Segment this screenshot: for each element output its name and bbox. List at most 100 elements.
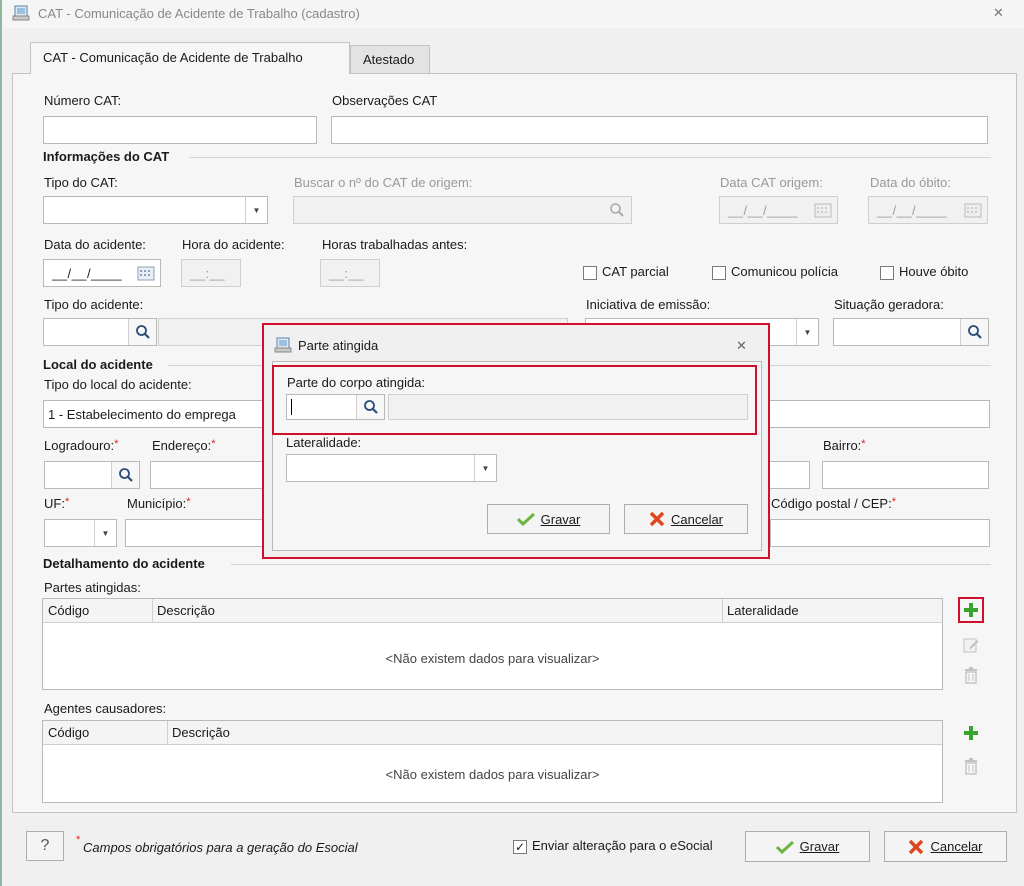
- houve-obito-label: Houve óbito: [899, 264, 969, 279]
- gravar-button[interactable]: Gravar: [745, 831, 870, 862]
- app-icon: [12, 5, 30, 21]
- search-icon[interactable]: [960, 319, 988, 345]
- observacoes-input[interactable]: [331, 116, 988, 144]
- cat-parcial-checkbox[interactable]: [583, 266, 597, 280]
- delete-parte-button[interactable]: [958, 662, 984, 688]
- data-acidente-label: Data do acidente:: [44, 237, 146, 252]
- col-codigo[interactable]: Código: [48, 603, 89, 618]
- tipo-cat-select[interactable]: ▼: [43, 196, 268, 224]
- parte-corpo-desc: [388, 394, 748, 420]
- cat-parcial-label: CAT parcial: [602, 264, 669, 279]
- bairro-input[interactable]: [822, 461, 989, 489]
- plus-icon: [964, 603, 978, 617]
- data-acidente-input[interactable]: __/__/____: [43, 259, 161, 287]
- agentes-grid[interactable]: Código Descrição <Não existem dados para…: [42, 720, 943, 803]
- bairro-label: Bairro:*: [823, 438, 866, 453]
- required-note: Campos obrigatórios para a geração do Es…: [83, 840, 358, 855]
- iniciativa-label: Iniciativa de emissão:: [586, 297, 711, 312]
- trash-icon: [965, 758, 977, 775]
- dialog-title: Parte atingida: [298, 338, 379, 353]
- close-icon[interactable]: ✕: [736, 338, 747, 354]
- parte-corpo-label: Parte do corpo atingida:: [287, 375, 426, 390]
- date-mask: __/__/____: [728, 203, 799, 218]
- comunicou-policia-checkbox[interactable]: [712, 266, 726, 280]
- checkmark-icon: [516, 512, 535, 526]
- search-icon[interactable]: [111, 462, 139, 488]
- endereco-label: Endereço:*: [152, 438, 216, 453]
- calendar-icon[interactable]: [809, 197, 837, 223]
- add-agente-button[interactable]: [958, 720, 984, 746]
- app-icon: [274, 337, 292, 353]
- horas-trabalhadas-label: Horas trabalhadas antes:: [322, 237, 468, 252]
- uf-select[interactable]: ▼: [44, 519, 117, 547]
- help-button[interactable]: ?: [26, 831, 64, 861]
- uf-label: UF:*: [44, 496, 70, 511]
- numero-cat-input[interactable]: [43, 116, 317, 144]
- hora-acidente-input[interactable]: __:__: [181, 259, 241, 287]
- tab-cat[interactable]: CAT - Comunicação de Acidente de Trabalh…: [30, 42, 350, 74]
- tipo-local-value: 1 - Estabelecimento do emprega: [48, 407, 236, 422]
- lateralidade-select[interactable]: ▼: [286, 454, 497, 482]
- col-lateralidade[interactable]: Lateralidade: [727, 603, 799, 618]
- horas-trabalhadas-input[interactable]: __:__: [320, 259, 380, 287]
- search-icon[interactable]: [128, 319, 156, 345]
- chevron-down-icon[interactable]: ▼: [796, 319, 818, 345]
- dialog-body: Parte do corpo atingida: Lateralidade: ▼…: [272, 361, 762, 551]
- search-icon[interactable]: [603, 197, 631, 223]
- x-icon: [649, 511, 665, 527]
- buscar-cat-label: Buscar o nº do CAT de origem:: [294, 175, 473, 190]
- calendar-icon[interactable]: [132, 260, 160, 286]
- situacao-label: Situação geradora:: [834, 297, 944, 312]
- window-title: CAT - Comunicação de Acidente de Trabalh…: [38, 6, 360, 21]
- data-obito-label: Data do óbito:: [870, 175, 951, 190]
- checkmark-icon: [775, 840, 794, 854]
- dialog-gravar-button[interactable]: Gravar: [487, 504, 610, 534]
- empty-message: <Não existem dados para visualizar>: [385, 651, 600, 666]
- numero-cat-label: Número CAT:: [44, 93, 122, 108]
- close-icon[interactable]: ✕: [993, 5, 1004, 21]
- buscar-cat-input[interactable]: [293, 196, 632, 224]
- comunicou-policia-label: Comunicou polícia: [731, 264, 838, 279]
- chevron-down-icon[interactable]: ▼: [94, 520, 116, 546]
- partes-grid[interactable]: Código Descrição Lateralidade <Não exist…: [42, 598, 943, 690]
- situacao-input[interactable]: [833, 318, 989, 346]
- chevron-down-icon[interactable]: ▼: [474, 455, 496, 481]
- data-obito-input[interactable]: __/__/____: [868, 196, 988, 224]
- edit-parte-button[interactable]: [958, 632, 984, 658]
- logradouro-label: Logradouro:*: [44, 438, 119, 453]
- empty-message: <Não existem dados para visualizar>: [385, 767, 600, 782]
- col-descricao[interactable]: Descrição: [157, 603, 215, 618]
- plus-icon: [964, 726, 978, 740]
- col-descricao[interactable]: Descrição: [172, 725, 230, 740]
- tipo-acidente-label: Tipo do acidente:: [44, 297, 144, 312]
- data-cat-origem-input[interactable]: __/__/____: [719, 196, 838, 224]
- x-icon: [909, 839, 924, 854]
- cep-input[interactable]: [770, 519, 990, 547]
- section-detalhamento: Detalhamento do acidente: [43, 556, 205, 571]
- cancelar-button[interactable]: Cancelar: [884, 831, 1007, 862]
- trash-icon: [965, 667, 977, 684]
- enviar-esocial-checkbox[interactable]: ✓: [513, 840, 527, 854]
- dialog-cancelar-button[interactable]: Cancelar: [624, 504, 748, 534]
- search-icon[interactable]: [356, 395, 384, 419]
- chevron-down-icon[interactable]: ▼: [245, 197, 267, 223]
- col-codigo[interactable]: Código: [48, 725, 89, 740]
- partes-label: Partes atingidas:: [44, 580, 141, 595]
- parte-corpo-code-input[interactable]: [286, 394, 385, 420]
- logradouro-input[interactable]: [44, 461, 140, 489]
- municipio-label: Município:*: [127, 496, 191, 511]
- tipo-acidente-code-input[interactable]: [43, 318, 157, 346]
- tab-atestado[interactable]: Atestado: [350, 45, 430, 73]
- delete-agente-button[interactable]: [958, 753, 984, 779]
- add-parte-button[interactable]: [958, 597, 984, 623]
- houve-obito-checkbox[interactable]: [880, 266, 894, 280]
- section-informacoes: Informações do CAT: [43, 149, 170, 164]
- date-mask: __/__/____: [52, 266, 123, 281]
- hora-acidente-label: Hora do acidente:: [182, 237, 285, 252]
- section-local: Local do acidente: [43, 357, 153, 372]
- dialog-gravar-label: Gravar: [540, 511, 581, 527]
- calendar-icon[interactable]: [959, 197, 987, 223]
- parte-atingida-dialog: Parte atingida ✕ Parte do corpo atingida…: [262, 323, 770, 559]
- lateralidade-label: Lateralidade:: [286, 435, 362, 450]
- grid-header: Código Descrição Lateralidade: [43, 599, 942, 623]
